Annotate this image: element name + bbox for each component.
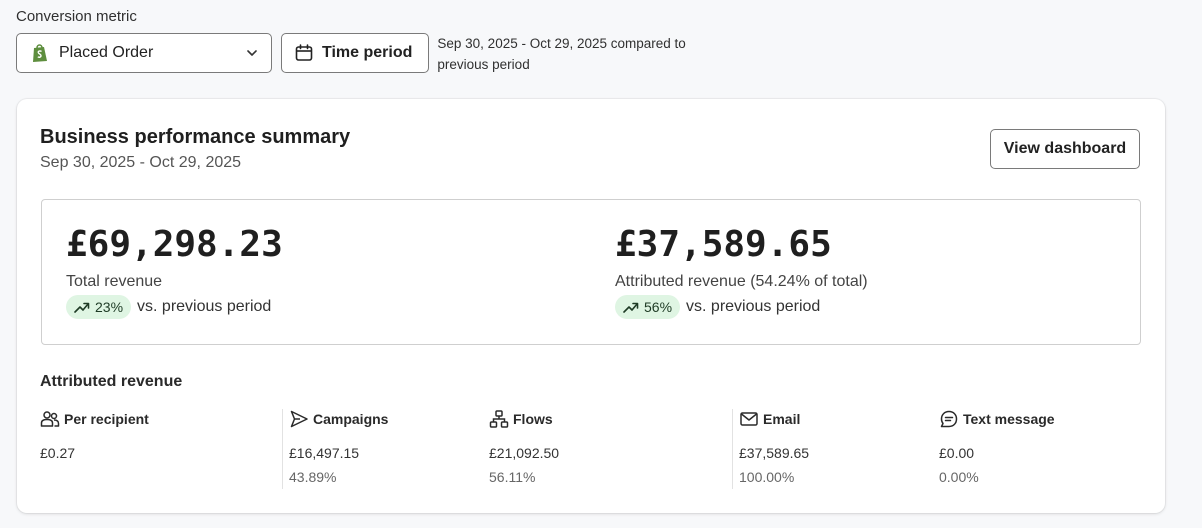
stat-label: Per recipient [64, 411, 149, 427]
shopify-icon [33, 44, 47, 62]
top-controls: Conversion metric Placed Order Time peri… [16, 8, 1186, 75]
revenue-summary-box: £69,298.23 Total revenue 23% vs. previou… [41, 199, 1141, 345]
delta-text: vs. previous period [137, 298, 272, 315]
conversion-metric-value: Placed Order [59, 44, 154, 61]
controls-row: Placed Order Time period Sep 30, 2025 - … [16, 33, 1186, 75]
stat-per-recipient: Per recipient £0.27 [40, 409, 149, 461]
time-period-label: Time period [322, 44, 413, 61]
attributed-revenue-metric: £37,589.65 Attributed revenue (54.24% of… [615, 224, 868, 319]
stat-value: £0.00 [939, 445, 975, 461]
attributed-revenue-title: Attributed revenue [40, 373, 183, 390]
business-performance-card: Business performance summary Sep 30, 202… [17, 99, 1165, 513]
flow-icon [489, 410, 509, 428]
trend-up-icon [74, 302, 90, 313]
trend-badge-value: 23% [95, 299, 124, 315]
divider [282, 409, 283, 489]
send-icon [290, 410, 308, 428]
total-revenue-label: Total revenue [66, 273, 163, 290]
trend-badge: 56% [615, 295, 681, 319]
total-revenue-metric: £69,298.23 Total revenue 23% vs. previou… [66, 224, 283, 319]
period-note: Sep 30, 2025 - Oct 29, 2025 compared to … [437, 36, 686, 72]
stat-percent: 56.11% [489, 469, 536, 485]
card-date-range: Sep 30, 2025 - Oct 29, 2025 [40, 154, 242, 171]
message-icon [940, 410, 958, 428]
conversion-metric-select[interactable]: Placed Order [16, 33, 272, 73]
stat-value: £21,092.50 [489, 445, 560, 461]
stat-value: £16,497.15 [289, 445, 360, 461]
attributed-revenue-delta: 56% vs. previous period [615, 295, 868, 319]
time-period-button[interactable]: Time period [281, 33, 430, 73]
people-icon [40, 411, 60, 427]
attributed-stats: Per recipient £0.27 Campaigns £16,497.15… [40, 409, 1140, 489]
attributed-revenue-label: Attributed revenue (54.24% of total) [615, 273, 868, 290]
delta-text: vs. previous period [686, 298, 821, 315]
stat-text-message: Text message £0.00 0.00% [939, 409, 1055, 485]
stat-email: Email £37,589.65 100.00% [739, 409, 809, 485]
trend-badge-value: 56% [644, 299, 673, 315]
stat-flows: Flows £21,092.50 56.11% [489, 409, 559, 485]
total-revenue-amount: £69,298.23 [66, 224, 283, 265]
stat-label: Email [763, 411, 801, 427]
stat-percent: 0.00% [939, 469, 979, 485]
stat-percent: 43.89% [289, 469, 337, 485]
stat-label: Text message [963, 411, 1055, 427]
calendar-icon [295, 44, 313, 61]
trend-up-icon [623, 302, 639, 313]
stat-value: £37,589.65 [739, 445, 810, 461]
stat-label: Flows [513, 411, 553, 427]
mail-icon [740, 412, 758, 426]
stat-percent: 100.00% [739, 469, 795, 485]
view-dashboard-button[interactable]: View dashboard [990, 129, 1140, 169]
divider [732, 409, 733, 489]
total-revenue-delta: 23% vs. previous period [66, 295, 283, 319]
chevron-down-icon [247, 50, 257, 56]
stat-value: £0.27 [40, 445, 76, 461]
conversion-metric-label: Conversion metric [16, 8, 137, 25]
stat-campaigns: Campaigns £16,497.15 43.89% [289, 409, 388, 485]
card-title: Business performance summary [40, 126, 351, 148]
attributed-revenue-amount: £37,589.65 [615, 224, 832, 265]
trend-badge: 23% [66, 295, 132, 319]
stat-label: Campaigns [313, 411, 389, 427]
